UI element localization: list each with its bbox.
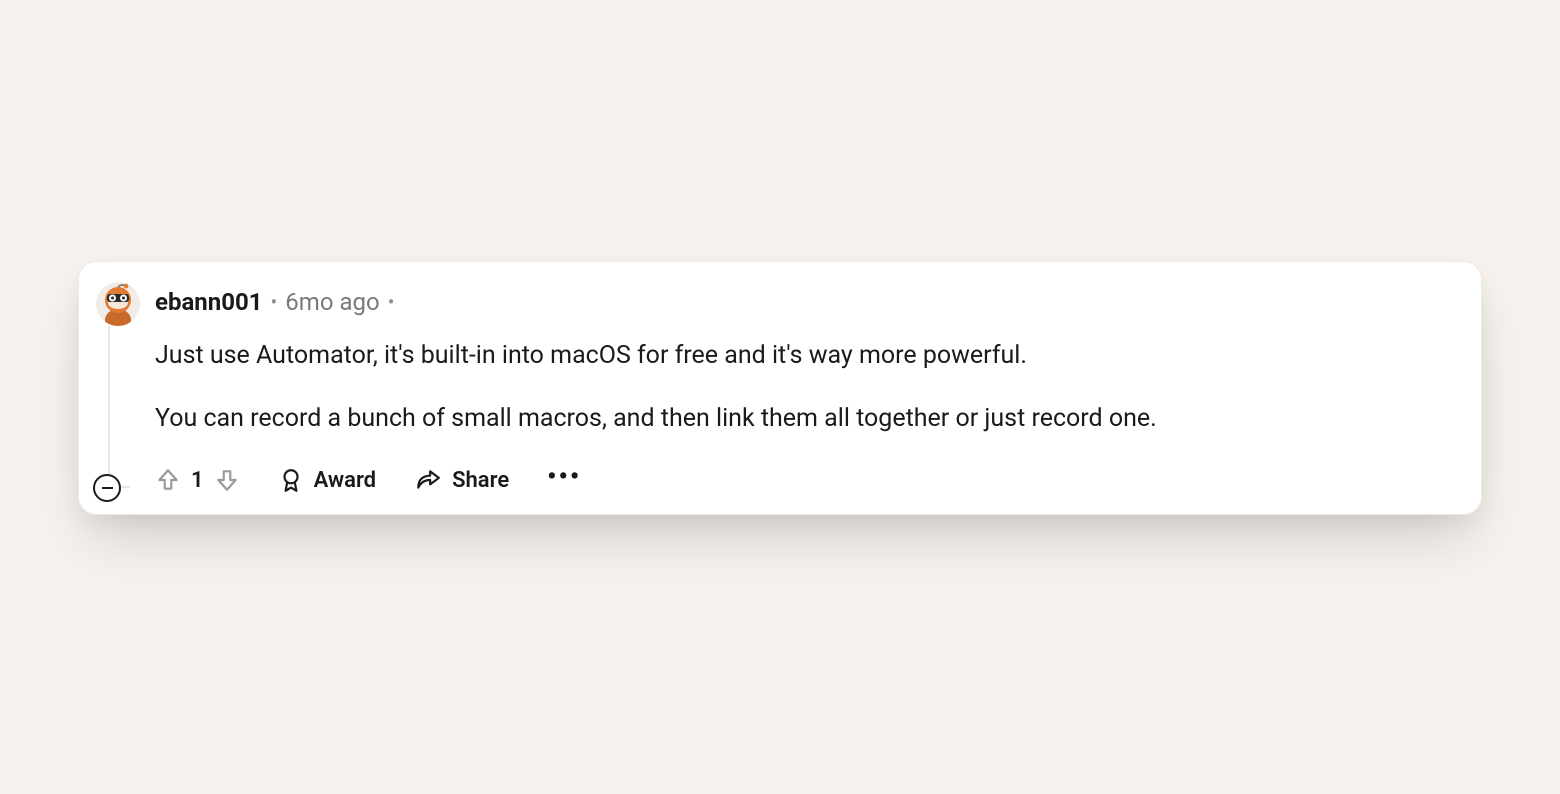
award-button[interactable]: Award	[278, 467, 377, 493]
username-link[interactable]: ebann001	[155, 288, 263, 316]
award-label: Award	[314, 468, 377, 493]
share-button[interactable]: Share	[414, 467, 509, 493]
comment-body: Just use Automator, it's built-in into m…	[155, 324, 1453, 458]
award-icon	[278, 467, 304, 493]
vote-count: 1	[191, 468, 204, 493]
share-icon	[414, 467, 442, 493]
comment-main-column: ebann001 • 6mo ago • Just use Automator,…	[149, 280, 1453, 502]
comment-meta: ebann001 • 6mo ago •	[155, 280, 1453, 324]
upvote-button[interactable]	[155, 467, 181, 493]
comment-left-column	[79, 280, 149, 502]
minus-icon	[102, 487, 113, 489]
downvote-button[interactable]	[214, 467, 240, 493]
comment-paragraph: You can record a bunch of small macros, …	[155, 401, 1453, 436]
comment-paragraph: Just use Automator, it's built-in into m…	[155, 338, 1453, 373]
comment-card: ebann001 • 6mo ago • Just use Automator,…	[78, 261, 1482, 515]
comment-actions: 1	[155, 458, 1453, 502]
timestamp: 6mo ago	[285, 288, 379, 316]
thread-line	[108, 326, 110, 470]
vote-group: 1	[155, 467, 240, 493]
collapse-thread-button[interactable]	[93, 474, 121, 502]
meta-separator: •	[388, 292, 395, 312]
comment-inner: ebann001 • 6mo ago • Just use Automator,…	[79, 280, 1453, 502]
ellipsis-icon: •••	[547, 462, 581, 492]
share-label: Share	[452, 468, 509, 493]
avatar[interactable]	[96, 282, 140, 326]
meta-separator: •	[271, 292, 278, 312]
page-background: ebann001 • 6mo ago • Just use Automator,…	[0, 0, 1560, 794]
more-options-button[interactable]: •••	[547, 462, 581, 498]
